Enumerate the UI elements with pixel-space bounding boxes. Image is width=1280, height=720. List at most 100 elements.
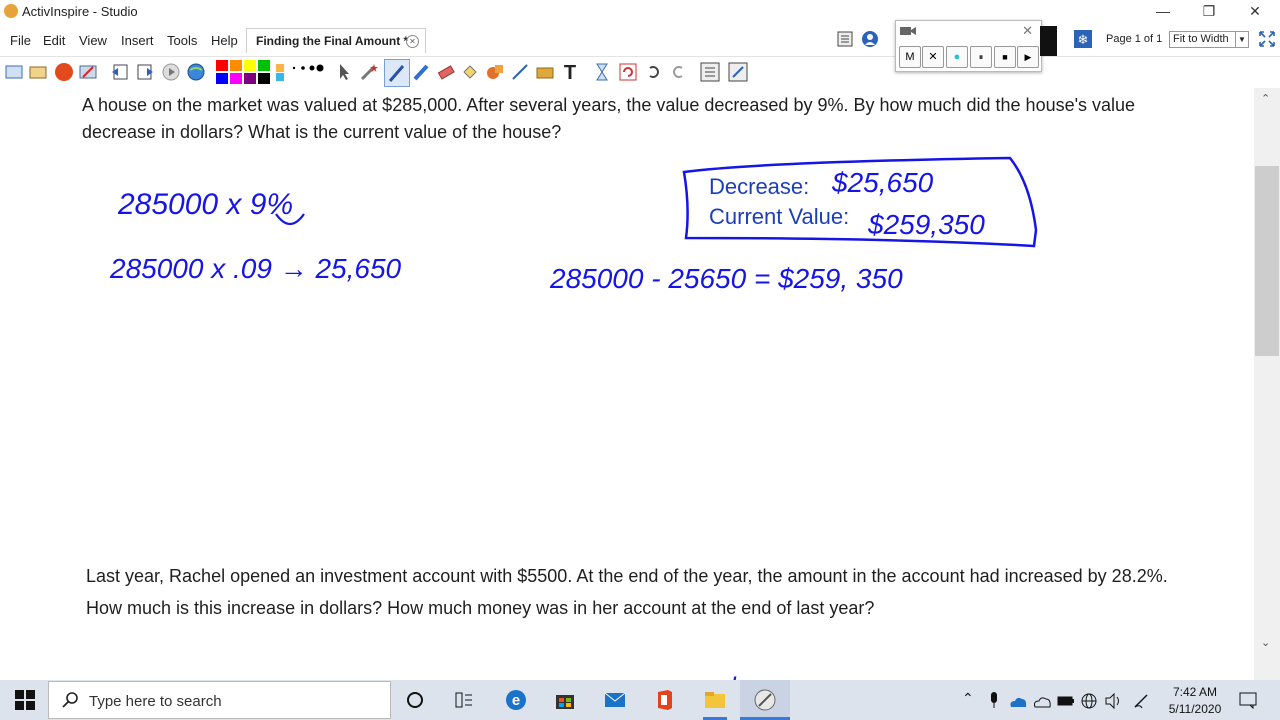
highlighter-icon[interactable] [411,62,431,82]
decrease-value: $25,650 [831,167,934,198]
clock-time: 7:42 AM [1172,685,1218,699]
timer-icon[interactable] [592,62,612,82]
menu-file[interactable]: File [10,33,31,48]
pen-workspace-icon[interactable] [1132,692,1150,710]
color-magenta-swatch[interactable] [230,73,242,84]
mail-icon[interactable] [603,688,627,712]
camera-icon [900,27,916,35]
color-purple-swatch[interactable] [244,73,256,84]
globe-icon[interactable] [186,62,206,82]
connector-icon[interactable] [510,62,530,82]
customize-icon[interactable] [728,62,748,82]
select-arrow-icon[interactable] [334,62,354,82]
restore-button[interactable]: ❐ [1186,0,1232,24]
svg-text:e: e [512,692,520,709]
network-globe-icon[interactable] [1080,692,1098,710]
svg-text:❄: ❄ [1078,32,1089,47]
onedrive-icon[interactable] [1008,693,1028,709]
recorder-close-icon[interactable]: ✕ [1022,23,1033,39]
menu-help[interactable]: Help [211,33,238,48]
play-icon[interactable] [161,62,181,82]
zoom-select[interactable]: Fit to Width ▼ [1169,31,1249,48]
text-tool-icon[interactable]: T [560,62,580,84]
snowflake-icon[interactable]: ❄ [1074,30,1092,48]
color-green-swatch[interactable] [258,60,270,71]
recorder-pause-button[interactable]: ⏸ [970,46,992,68]
eraser-icon[interactable] [436,62,456,82]
work-line-1: 285000 x 9% [117,188,293,221]
taskbar-search-input[interactable]: Type here to search [48,681,391,719]
activinspire-taskbar-button[interactable] [740,680,790,720]
color-blue-swatch[interactable] [216,73,228,84]
battery-icon[interactable] [1057,694,1075,708]
document-tab[interactable]: Finding the Final Amount * ✕ [246,28,426,53]
search-icon [62,692,78,708]
current-value-label: Current Value: [709,204,849,229]
volume-icon[interactable] [1104,692,1124,710]
screen-tools-icon[interactable] [78,62,98,82]
magic-tool-icon[interactable] [359,62,379,82]
increase-partial-label: Increase: [730,672,829,680]
main-menu-icon[interactable] [4,62,24,82]
color-red-swatch[interactable] [216,60,228,71]
file-explorer-icon[interactable] [703,688,727,712]
svg-text:T: T [564,62,576,82]
activinspire-app-icon [754,689,776,711]
minimize-button[interactable]: — [1140,0,1186,24]
menu-insert[interactable]: Insert [121,33,154,48]
tray-clock[interactable]: 7:42 AM 5/11/2020 [1160,684,1230,718]
chevron-down-icon[interactable]: ▼ [1235,32,1248,47]
pen-width-icon[interactable] [290,62,326,82]
recorder-play-button[interactable]: ▶ [1017,46,1039,68]
windows-start-icon[interactable] [15,690,35,710]
menu-view[interactable]: View [79,33,107,48]
browser-icon[interactable] [28,62,48,82]
previous-page-icon[interactable] [110,62,130,82]
recorder-edge [1040,26,1057,56]
refresh-icon[interactable] [618,62,638,82]
page-browser-icon[interactable] [836,30,854,48]
flipchart-canvas[interactable]: A house on the market was valued at $285… [0,88,1254,680]
page-reset-icon[interactable] [700,62,720,82]
window-title: ActivInspire - Studio [22,4,138,19]
microphone-icon[interactable] [986,690,1002,710]
clock-date: 5/11/2020 [1168,702,1222,716]
tab-close-icon[interactable]: ✕ [406,35,419,48]
color-yellow-swatch[interactable] [244,60,256,71]
recorder-cancel-button[interactable]: ✕ [922,46,944,68]
scroll-down-icon[interactable]: ⌄ [1261,636,1270,649]
color-palette [216,60,270,84]
edge-browser-icon[interactable]: e [504,688,528,712]
cloud-icon[interactable] [1032,693,1052,709]
menu-edit[interactable]: Edit [43,33,65,48]
pen-tool-icon[interactable] [384,59,410,87]
recorder-mode-button[interactable]: M [899,46,921,68]
color-orange-swatch[interactable] [230,60,242,71]
document-tab-label: Finding the Final Amount * [256,34,409,48]
scrollbar-thumb[interactable] [1255,166,1279,356]
color-black-swatch[interactable] [258,73,270,84]
scroll-up-icon[interactable]: ⌃ [1261,92,1270,105]
cortana-icon[interactable] [405,690,425,710]
shape-icon[interactable] [485,62,505,82]
work-line-2: 285000 x .09 → 25,650 [109,253,402,284]
resource-icon[interactable] [535,62,555,82]
show-hidden-icons-icon[interactable]: ⌃ [962,690,974,707]
work-line-3: 285000 - 25650 = $259, 350 [549,263,903,294]
pen-color-icon[interactable] [54,62,74,82]
recorder-record-button[interactable]: ● [946,46,968,68]
redo-icon[interactable] [668,62,688,82]
user-icon[interactable] [861,30,879,48]
menu-tools[interactable]: Tools [167,33,197,48]
vertical-scrollbar[interactable]: ⌃ ⌄ [1254,88,1280,680]
notifications-icon[interactable] [1238,690,1258,710]
next-page-icon[interactable] [135,62,155,82]
office-icon[interactable] [653,688,677,712]
store-icon[interactable] [553,688,577,712]
fill-icon[interactable] [460,62,480,82]
fullscreen-icon[interactable] [1258,30,1276,48]
task-view-icon[interactable] [454,690,474,710]
undo-icon[interactable] [644,62,664,82]
recorder-stop-button[interactable]: ■ [994,46,1016,68]
close-window-button[interactable]: ✕ [1232,0,1278,24]
